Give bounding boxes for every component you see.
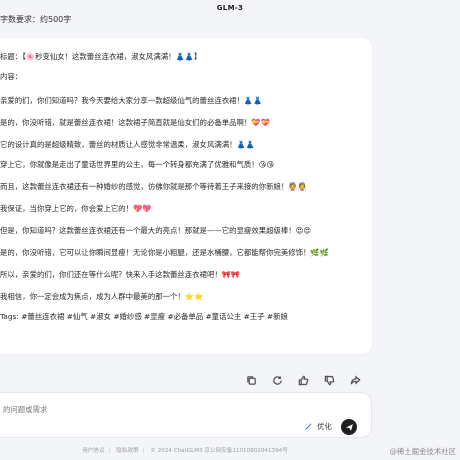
- footer-divider: |: [108, 448, 111, 454]
- response-line: 我保证，当你穿上它的，你会爱上它的！💖💖: [0, 204, 152, 213]
- optimize-button[interactable]: 优化: [303, 421, 332, 432]
- footer-link-terms[interactable]: 用户协议: [82, 448, 104, 454]
- response-line: 是的，你没听错，它可以让你瞬间显瘦！无论你是小粗腿，还是水桶腰，它都能帮你完美修…: [0, 248, 329, 257]
- response-line: 亲爱的们，你们知道吗？我今天要给大家分享一款超级仙气的蕾丝连衣裙！👗👗: [0, 96, 263, 105]
- response-line: Tags: #蕾丝连衣裙 #仙气 #淑女 #婚纱感 #显瘦 #必备单品 #童话公…: [0, 312, 288, 321]
- footer: 用户协议 | 隐私政策 | © 2024 ChatGLM3 京公网安备1101080…: [0, 446, 370, 454]
- optimize-label: 优化: [317, 422, 332, 431]
- chat-input-box: 优化: [0, 392, 372, 438]
- send-button[interactable]: [341, 419, 357, 435]
- copy-icon[interactable]: [244, 374, 258, 386]
- thumbs-up-icon[interactable]: [296, 374, 310, 386]
- refresh-icon[interactable]: [270, 374, 284, 386]
- prompt-word-requirement: 字数要求：约500字: [0, 15, 72, 24]
- footer-link-privacy[interactable]: 隐私政策: [116, 448, 138, 454]
- response-line: 而且，这款蕾丝连衣裙还有一种婚纱的感觉，仿佛你就是那个等待着王子来接的你新娘！👰…: [0, 182, 307, 191]
- share-icon[interactable]: [348, 374, 362, 386]
- response-actions: [244, 374, 362, 386]
- send-icon: [345, 423, 353, 431]
- assistant-response-card: 标题：【🌸秒变仙女！这款蕾丝连衣裙，淑女风满满！👗👗】 内容： 亲爱的们，你们知道吗…: [0, 38, 372, 385]
- response-line: 内容：: [0, 72, 23, 81]
- response-line: 我相信，你一定会成为焦点，成为人群中最美的那一个！⭐⭐: [0, 292, 204, 301]
- response-line: 穿上它，你就像是走出了童话世界里的公主，每一个转身都充满了优雅和气质！😘😘: [0, 160, 275, 169]
- sparkle-icon: [305, 422, 312, 430]
- response-line: 标题：【🌸秒变仙女！这款蕾丝连衣裙，淑女风满满！👗👗】: [0, 52, 202, 61]
- response-line: 是的，你没听错，就是蕾丝连衣裙！这款裙子简直就是仙女们的必备单品啊！💝💝: [0, 118, 270, 127]
- thumbs-down-icon[interactable]: [322, 374, 336, 386]
- response-line: 所以，亲爱的们，你们还在等什么呢？快来入手这款蕾丝连衣裙吧！🎀🎀: [0, 270, 241, 279]
- response-line: 它的设计真的是超级精致，蕾丝的材质让人感觉非常温柔，淑女风满满！👗👗: [0, 140, 255, 149]
- chat-input[interactable]: [1, 401, 285, 417]
- footer-divider: |: [142, 448, 145, 454]
- footer-copyright: © 2024 ChatGLM3 京公网安备11010802041394号: [150, 448, 288, 454]
- response-line: 但是，你知道吗？这款蕾丝连衣裙还有一个最大的亮点！那就是——它的显瘦效果超级棒！…: [0, 226, 312, 235]
- watermark: @稀土掘金技术社区: [389, 447, 456, 456]
